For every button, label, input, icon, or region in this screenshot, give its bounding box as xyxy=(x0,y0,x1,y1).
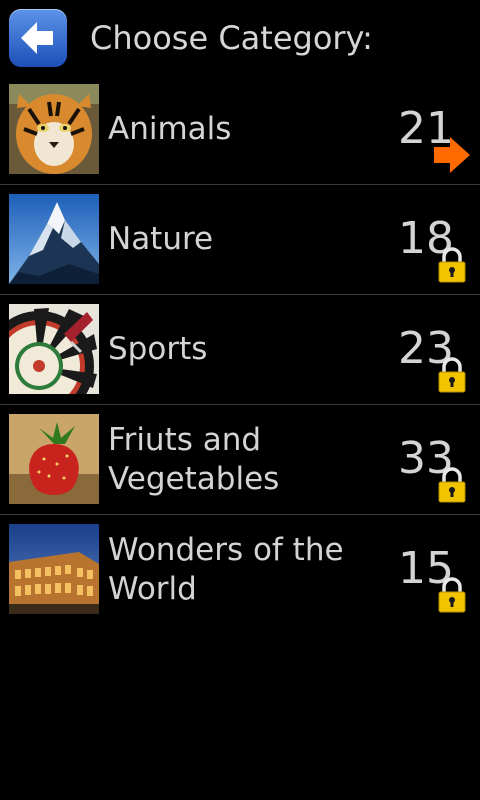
lock-icon xyxy=(438,357,466,393)
category-row-fruits-and-vegetables[interactable]: Friuts and Vegetables 33 xyxy=(0,405,480,515)
page-title: Choose Category: xyxy=(90,19,373,57)
tiger-thumbnail xyxy=(9,84,99,174)
strawberry-thumbnail xyxy=(9,414,99,504)
mountain-thumbnail xyxy=(9,194,99,284)
category-row-nature[interactable]: Nature 18 xyxy=(0,185,480,295)
category-label: Nature xyxy=(108,221,214,257)
header: Choose Category: xyxy=(0,0,480,80)
category-row-animals[interactable]: Animals 21 xyxy=(0,75,480,185)
category-row-sports[interactable]: Sports 23 xyxy=(0,295,480,405)
left-arrow-icon xyxy=(21,22,53,54)
lock-icon xyxy=(438,467,466,503)
colosseum-thumbnail xyxy=(9,524,99,614)
right-arrow-icon[interactable] xyxy=(434,137,470,173)
category-label: Sports xyxy=(108,331,208,367)
category-label: Wonders of the World xyxy=(108,531,344,607)
category-label: Animals xyxy=(108,111,232,147)
back-button[interactable] xyxy=(9,9,67,67)
lock-icon xyxy=(438,577,466,613)
category-label: Friuts and Vegetables xyxy=(108,421,280,497)
category-row-wonders-of-the-world[interactable]: Wonders of the World 15 xyxy=(0,515,480,624)
lock-icon xyxy=(438,247,466,283)
category-list: Animals 21 Nature 18 Sports 23 Friuts an… xyxy=(0,75,480,624)
dartboard-thumbnail xyxy=(9,304,99,394)
